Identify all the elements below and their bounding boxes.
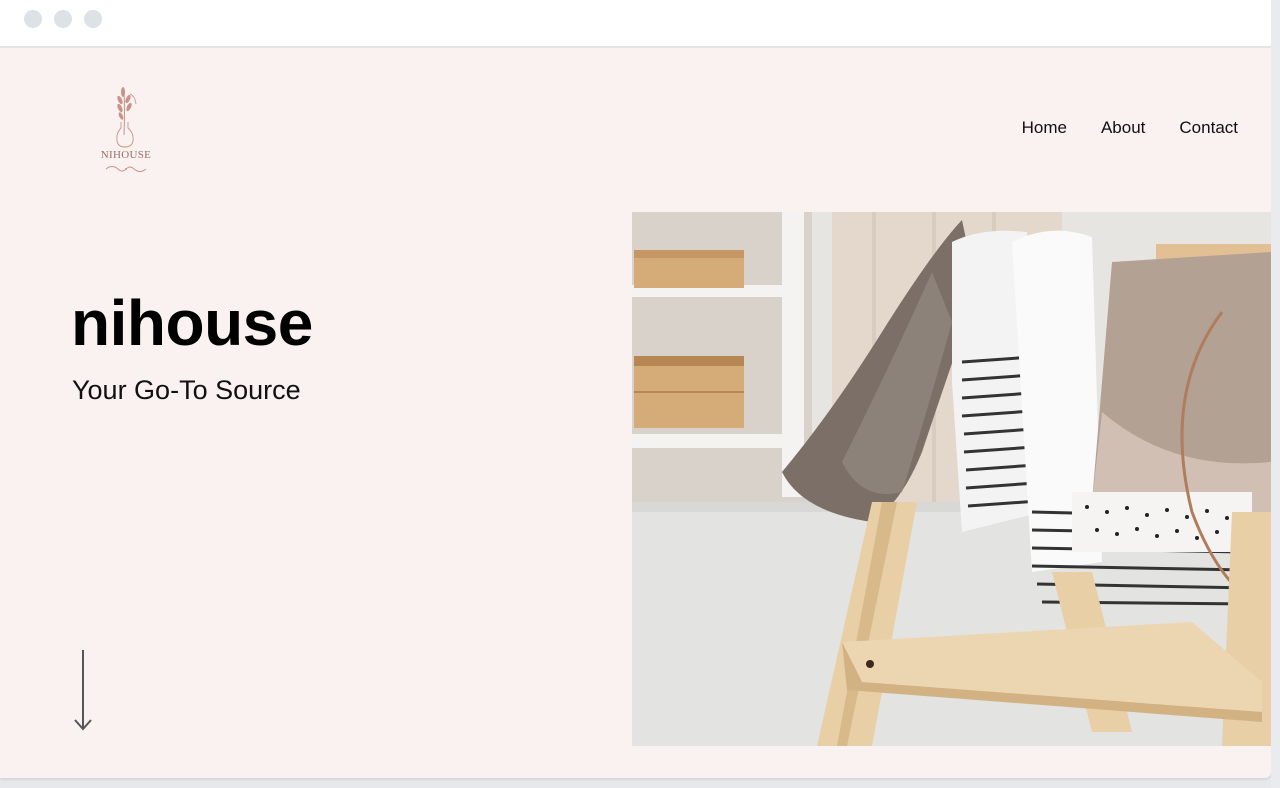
window-close-dot[interactable] [24,10,42,28]
page-scrollbar[interactable] [1271,0,1280,788]
plant-vase-icon [116,87,137,148]
nav-about-link[interactable]: About [1101,118,1145,138]
hero-image [632,212,1271,746]
hero-subtitle: Your Go-To Source [72,375,301,405]
nav-home-link[interactable]: Home [1022,118,1067,138]
clothing-rack-illustration [632,212,1271,746]
arrow-down-icon [74,650,92,731]
hero-title: nihouse [71,287,313,359]
logo-flourish-icon [105,166,147,172]
window-minimize-dot[interactable] [54,10,72,28]
site-logo[interactable]: NIHOUSE [92,80,160,180]
browser-window: NIHOUSE Home About Contact nihouse Your … [0,0,1271,778]
scroll-down-button[interactable] [73,650,93,732]
nav-contact-link[interactable]: Contact [1179,118,1238,138]
window-titlebar [0,0,1271,48]
window-maximize-dot[interactable] [84,10,102,28]
logo-text: NIHOUSE [100,149,152,161]
main-nav: Home About Contact [1022,118,1238,138]
